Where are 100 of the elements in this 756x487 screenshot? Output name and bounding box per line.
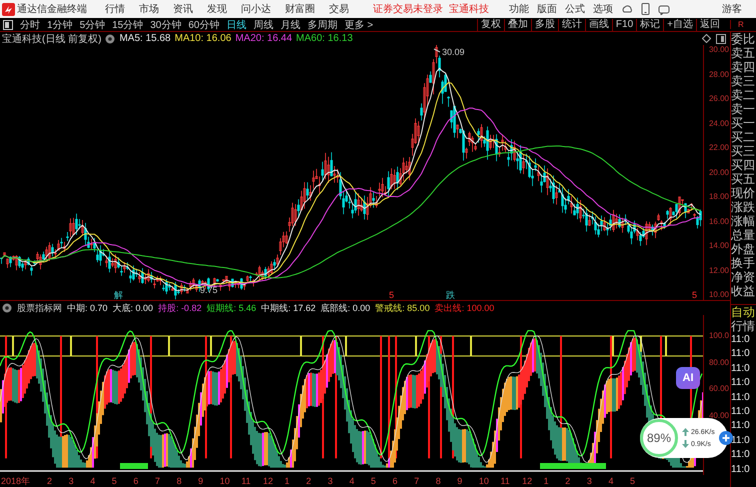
trade-time: 11:0 xyxy=(731,376,751,390)
user-name[interactable]: 游客 xyxy=(722,2,742,16)
date-label: 3 xyxy=(68,475,75,487)
date-label: 5 xyxy=(112,475,118,487)
indicator-value: 短期线: 5.46 xyxy=(206,302,256,314)
tool-button[interactable]: +自选 xyxy=(663,18,696,30)
signal-marker: 跌 xyxy=(446,290,455,300)
date-label: 6 xyxy=(133,475,140,487)
bottom-zone-bar xyxy=(120,463,148,469)
tool-button[interactable]: 叠加 xyxy=(504,18,531,30)
date-label: 9 xyxy=(198,475,204,487)
cloud-icon[interactable] xyxy=(621,3,633,15)
period-tab[interactable]: 月线 xyxy=(280,18,300,32)
moving-average-value: MA5: 15.68 xyxy=(119,33,171,44)
period-tab[interactable]: 15分钟 xyxy=(112,18,144,32)
indicator-value: 警戒线: 85.00 xyxy=(375,302,430,314)
gear-icon xyxy=(2,303,12,313)
tool-button[interactable]: 标记 xyxy=(636,18,664,30)
quote-label: 卖三 xyxy=(731,74,756,88)
date-label: 12 xyxy=(262,475,274,487)
period-tab[interactable]: 日线 xyxy=(226,18,246,32)
trade-time: 11:0 xyxy=(731,390,751,405)
indicator-axis-label: 100.0 xyxy=(708,331,730,341)
tool-button[interactable]: 多股 xyxy=(530,18,558,30)
date-label: 5 xyxy=(630,475,636,487)
usage-gauge: 89% xyxy=(640,419,678,457)
stock-name: 宝通科技 xyxy=(449,2,489,16)
menu-item[interactable]: 版面 xyxy=(537,2,557,16)
menu-item[interactable]: 发现 xyxy=(207,2,227,16)
price-axis-label: 12.00 xyxy=(708,266,730,276)
quote-label: 现价 xyxy=(731,186,756,200)
quote-label: 买二 xyxy=(731,130,756,144)
indicator-value: 大底: 0.00 xyxy=(112,302,154,314)
date-label: 3 xyxy=(328,475,334,487)
price-axis-label: 10.00 xyxy=(708,290,730,300)
quote-label: 涨幅 xyxy=(731,214,756,228)
indicator-value: 中期: 0.70 xyxy=(67,302,108,314)
date-label: 5 xyxy=(370,475,377,487)
date-label: 8 xyxy=(436,475,442,487)
down-arrow-icon xyxy=(682,440,689,448)
message-icon[interactable] xyxy=(658,4,670,14)
menu-item[interactable]: 交易 xyxy=(329,2,349,16)
corner-button[interactable]: R xyxy=(730,20,756,29)
window-icon xyxy=(716,34,726,44)
indicator-name: 股票指标网 xyxy=(17,302,62,314)
signal-marker: 5 xyxy=(692,290,698,300)
quote-label: 净资 xyxy=(731,270,756,284)
tool-button[interactable]: F10 xyxy=(612,18,636,30)
diamond-icon xyxy=(702,34,711,43)
date-label: 1 xyxy=(284,475,291,487)
menu-item[interactable]: 行情 xyxy=(105,2,125,16)
date-label: 4 xyxy=(90,475,96,487)
date-label: 4 xyxy=(608,475,614,487)
date-label: 4 xyxy=(349,475,356,487)
price-axis-label: 26.00 xyxy=(708,94,730,104)
trade-time: 11:0 xyxy=(731,362,751,376)
tool-button[interactable]: 复权 xyxy=(476,18,504,30)
period-tab[interactable]: 30分钟 xyxy=(150,18,182,32)
period-tab[interactable]: 多周期 xyxy=(308,18,338,32)
ai-button[interactable]: AI xyxy=(676,367,700,389)
date-label: 7 xyxy=(414,475,420,487)
menu-item[interactable]: 市场 xyxy=(139,2,159,16)
login-status[interactable]: 证券交易未登录 xyxy=(373,2,443,16)
date-label: 2 xyxy=(47,475,54,487)
panel-title: 行情 xyxy=(731,319,756,333)
period-tab[interactable]: 5分钟 xyxy=(80,18,106,32)
menu-item[interactable]: 公式 xyxy=(565,2,585,16)
tool-button[interactable]: 画线 xyxy=(584,18,612,30)
date-label: 2 xyxy=(565,475,572,487)
menu-item[interactable]: 功能 xyxy=(509,2,529,16)
period-tab[interactable]: 更多 > xyxy=(344,18,374,32)
period-tab[interactable]: 周线 xyxy=(254,18,274,32)
menu-item[interactable]: 问小达 xyxy=(241,2,271,16)
signal-marker: 解 xyxy=(114,290,123,300)
phone-icon[interactable] xyxy=(641,3,650,15)
trade-time: 11:0 xyxy=(731,405,751,420)
tool-button[interactable]: 统计 xyxy=(558,18,585,30)
quote-label: 卖二 xyxy=(731,88,756,102)
date-label: 1 xyxy=(544,475,550,487)
price-axis-label: 30.00 xyxy=(708,45,730,55)
trade-time: 11:0 xyxy=(731,448,751,462)
moving-average-value: MA10: 16.06 xyxy=(174,33,232,44)
date-label: 8 xyxy=(176,475,183,487)
price-axis-label: 18.00 xyxy=(708,192,730,202)
indicator-value: 中期线: 17.62 xyxy=(261,302,316,314)
signal-marker: 5 xyxy=(389,290,394,300)
price-axis-label: 16.00 xyxy=(708,216,730,226)
mode-label[interactable]: 自动 xyxy=(731,304,756,319)
price-axis-label: 14.00 xyxy=(708,241,730,251)
period-tab[interactable]: 60分钟 xyxy=(188,18,220,32)
menu-item[interactable]: 财富圈 xyxy=(285,2,315,16)
menu-item[interactable]: 资讯 xyxy=(173,2,193,16)
date-label: 11 xyxy=(500,475,511,487)
tool-button[interactable]: 返回 xyxy=(696,18,723,30)
period-tab[interactable]: 1分钟 xyxy=(47,18,73,32)
date-label: 9 xyxy=(457,475,464,487)
leader-line xyxy=(434,48,440,52)
menu-item[interactable]: 选项 xyxy=(593,2,613,16)
up-arrow-icon xyxy=(682,428,689,436)
period-tab[interactable]: 分时 xyxy=(20,18,40,32)
